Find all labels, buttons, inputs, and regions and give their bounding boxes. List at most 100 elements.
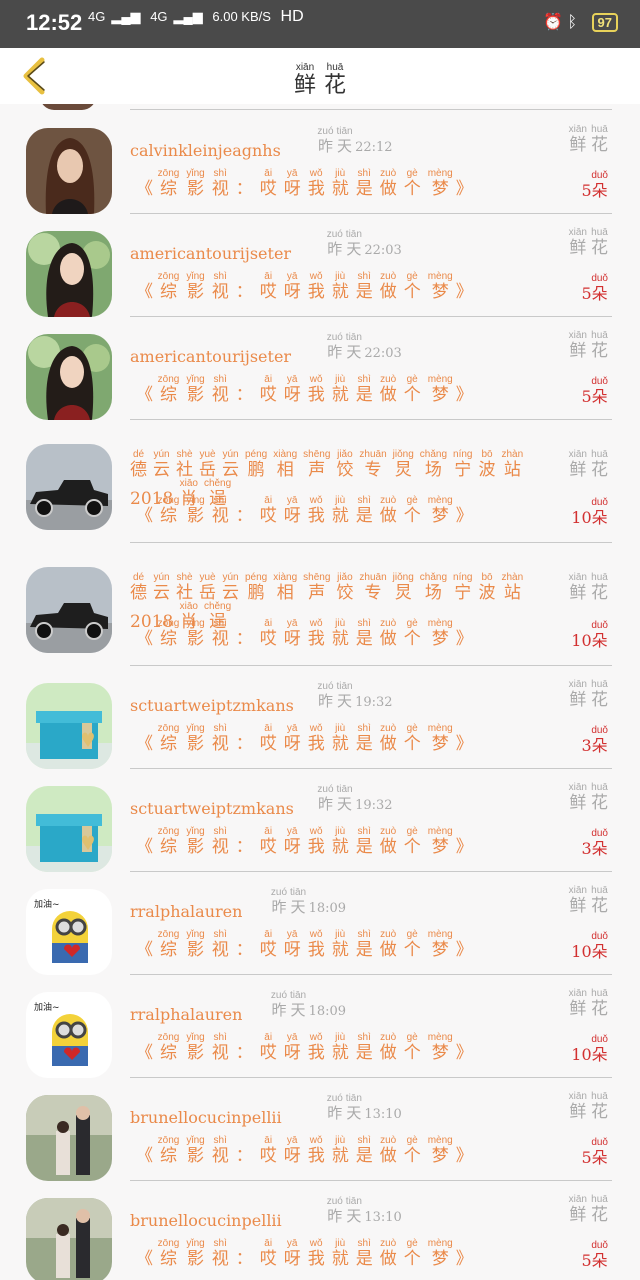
avatar[interactable] [26, 1095, 112, 1181]
gift-story-char: 就jiù [331, 1135, 349, 1166]
avatar[interactable]: 加油~ [26, 992, 112, 1078]
gift-story-char: 综zōng [157, 618, 180, 649]
list-item[interactable]: sctuartweiptzmkans 昨zuó天tiān19:32 鲜xiān花hu… [0, 770, 640, 873]
gift-story-char: 《 [136, 179, 153, 199]
title-char: 鲜xiān [293, 62, 316, 98]
list-item[interactable]: sctuartweiptzmkans 昨zuó天tiān19:32 鲜xiān花hu… [0, 667, 640, 770]
timestamp-char: 天tiān [345, 1093, 362, 1122]
gift-story-char: 》 [455, 1043, 473, 1063]
list-item[interactable]: brunellocucinpellii 昨zuó天tiān13:10 鲜xiān花h… [0, 1182, 640, 1280]
avatar[interactable] [26, 683, 112, 769]
flowers-label-char: 花huā [590, 227, 608, 258]
avatar[interactable] [26, 1198, 112, 1280]
sender-name-char: 炅jiǒng [392, 572, 414, 603]
flower-count-unit-char: 朵duǒ [591, 273, 608, 303]
flowers-label-char: 花huā [590, 1091, 608, 1122]
avatar[interactable] [26, 786, 112, 872]
list-item[interactable]: 德dé 云yún 社shè 岳yuè 云yún 鹏péng相xiàng声shēng 饺jiǎ… [0, 544, 640, 667]
gift-story: 《综zōng 影yǐng 视shì ： 哎āi 呀yā 我wǒ 就jiù 是shì 做zuò 个gè… [136, 1032, 480, 1063]
gift-story-char: 个gè [403, 929, 421, 960]
gift-story-char: 哎āi [259, 618, 277, 649]
flower-count-unit-char: 朵duǒ [591, 1240, 608, 1270]
status-bar: 12:52 4G ▂▄▆ 4G ▂▄▆ 6.00 KB/S HD ⏰ ᛒ 97 [0, 0, 640, 48]
gift-story-char: 我wǒ [307, 1238, 325, 1269]
gift-story-char: ： [235, 837, 253, 857]
flowers-label-char: 花huā [590, 988, 608, 1019]
gift-story-char: 我wǒ [307, 168, 325, 199]
list-item[interactable]: americantourijseter 昨zuó天tiān22:03 鲜xiān花h… [0, 215, 640, 318]
svg-text:加油~: 加油~ [34, 898, 60, 910]
gift-story-char: 我wǒ [307, 618, 325, 649]
list-item[interactable]: 德dé 云yún 社shè 岳yuè 云yún 鹏péng相xiàng声shēng 饺jiǎ… [0, 421, 640, 544]
flowers-label-char: 鲜xiān [568, 124, 587, 155]
list-item[interactable]: calvinkleinjeagnhs 昨zuó天tiān22:12 鲜xiān花hu… [0, 112, 640, 215]
gift-story-char: 哎āi [259, 1238, 277, 1269]
sender-name-char: 云yún [153, 449, 170, 480]
flowers-label: 鲜xiān花huā [565, 330, 608, 361]
flowers-label-char: 鲜xiān [568, 885, 587, 916]
gift-story: 《综zōng 影yǐng 视shì ： 哎āi 呀yā 我wǒ 就jiù 是shì 做zuò 个gè… [136, 168, 480, 199]
gift-story-char: 梦mèng [427, 168, 453, 199]
sender-name-char: 场chǎng [419, 449, 448, 480]
sender-name-char: 鹏péng [245, 572, 268, 603]
timestamp-char: 昨zuó [326, 1093, 343, 1122]
flowers-label-char: 鲜xiān [568, 782, 587, 813]
gift-story-char: 哎āi [259, 1135, 277, 1166]
avatar[interactable]: 加油~ [26, 889, 112, 975]
battery-indicator: 97 [591, 13, 618, 32]
flowers-label-char: 鲜xiān [568, 330, 587, 361]
gift-story-char: 影yǐng [186, 374, 205, 405]
gift-story-char: 是shì [355, 1135, 373, 1166]
avatar[interactable] [26, 231, 112, 317]
flowers-label-char: 鲜xiān [568, 988, 587, 1019]
list-item[interactable]: 加油~ rralphalauren 昨zuó天tiān18:09 鲜xiān花huā 《… [0, 873, 640, 976]
gift-story-char: 影yǐng [186, 495, 205, 526]
list-item[interactable]: brunellocucinpellii 昨zuó天tiān13:10 鲜xiān花h… [0, 1079, 640, 1182]
gift-story-char: 影yǐng [186, 271, 205, 302]
gift-story-char: 《 [136, 734, 153, 754]
flowers-label-char: 花huā [590, 679, 608, 710]
gift-story-char: 视shì [211, 271, 229, 302]
gift-story-char: 》 [455, 940, 473, 960]
gift-story-char: 影yǐng [186, 1032, 205, 1063]
avatar [40, 104, 96, 110]
gift-list[interactable]: calvinkleinjeagnhs 昨zuó天tiān22:12 鲜xiān花hu… [0, 104, 640, 1280]
gift-story-char: 个gè [403, 495, 421, 526]
gift-story-char: ： [235, 1043, 253, 1063]
gift-story-char: 》 [455, 629, 473, 649]
flower-count-unit-char: 朵duǒ [591, 497, 608, 527]
gift-story-char: 就jiù [331, 826, 349, 857]
avatar[interactable] [26, 567, 112, 653]
sender-name: brunellocucinpellii [130, 1211, 282, 1230]
gift-story-char: 就jiù [331, 929, 349, 960]
gift-story-char: 做zuò [379, 1032, 397, 1063]
timestamp-value: 19:32 [355, 695, 393, 710]
sender-name-char: 相xiàng [273, 572, 298, 603]
list-item[interactable]: 加油~ rralphalauren 昨zuó天tiān18:09 鲜xiān花huā 《… [0, 976, 640, 1079]
gift-story-char: 《 [136, 385, 153, 405]
timestamp-value: 18:09 [308, 1004, 347, 1019]
gift-story-char: 做zuò [379, 374, 397, 405]
timestamp-char: 天tiān [345, 332, 362, 361]
gift-story-char: 综zōng [157, 495, 180, 526]
gift-story-char: 视shì [211, 1032, 229, 1063]
gift-story: 《综zōng 影yǐng 视shì ： 哎āi 呀yā 我wǒ 就jiù 是shì 做zuò 个gè… [136, 1238, 480, 1269]
gift-story-char: 《 [136, 940, 153, 960]
flowers-label-char: 花huā [590, 782, 608, 813]
gift-story-char: 哎āi [259, 929, 277, 960]
divider [130, 542, 612, 543]
flowers-label-char: 花huā [590, 124, 608, 155]
gift-story-char: 影yǐng [186, 168, 205, 199]
network-4g-2: 4G [150, 9, 168, 24]
gift-story-char: 视shì [211, 495, 229, 526]
gift-story-char: 梦mèng [427, 374, 453, 405]
timestamp-char: 昨zuó [270, 990, 288, 1019]
alarm-icon: ⏰ [543, 14, 564, 31]
avatar[interactable] [26, 334, 112, 420]
gift-story-char: 做zuò [379, 271, 397, 302]
list-item[interactable]: americantourijseter 昨zuó天tiān22:03 鲜xiān花h… [0, 318, 640, 421]
avatar[interactable] [26, 128, 112, 214]
avatar[interactable] [26, 444, 112, 530]
gift-story-char: 《 [136, 837, 153, 857]
flower-count: 3朵duǒ [581, 725, 608, 756]
